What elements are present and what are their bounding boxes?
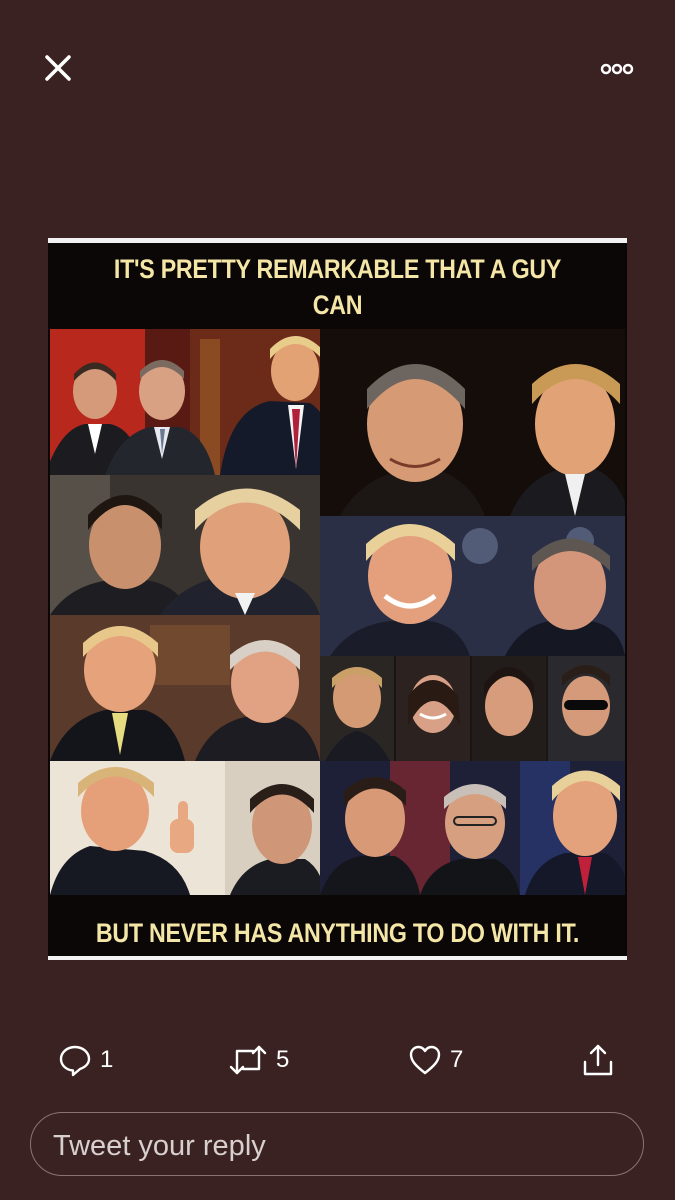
close-button[interactable] [38, 48, 78, 88]
more-horizontal-icon [600, 63, 634, 75]
close-icon [45, 55, 71, 81]
retweet-count: 5 [276, 1046, 290, 1073]
collage-photo-2 [320, 329, 625, 516]
heart-icon [409, 1045, 441, 1075]
like-count: 7 [450, 1046, 464, 1073]
collage-photo-8 [320, 761, 625, 895]
retweet-icon [229, 1045, 267, 1075]
reply-bubble-icon [59, 1045, 91, 1077]
collage-photo-5 [50, 615, 320, 761]
share-button[interactable] [580, 1040, 616, 1080]
collage-photo-7 [50, 761, 320, 895]
reply-count: 1 [100, 1046, 114, 1073]
reply-composer[interactable] [30, 1112, 644, 1176]
more-options-button[interactable] [594, 55, 640, 83]
reply-input[interactable] [51, 1123, 625, 1169]
tweet-action-bar: 1 5 7 [0, 1030, 675, 1090]
caption-top-line-1: IT'S PRETTY REMARKABLE THAT A GUY CAN [113, 254, 562, 320]
collage-photo-3 [50, 475, 320, 615]
collage-photo-6 [320, 656, 625, 761]
retweet-button[interactable]: 5 [228, 1040, 289, 1080]
collage-photo-4 [320, 516, 625, 656]
share-icon [583, 1044, 613, 1076]
collage-photo-1 [50, 329, 320, 475]
image-caption-bottom: BUT NEVER HAS ANYTHING TO DO WITH IT. [95, 918, 580, 948]
tweet-image[interactable]: IT'S PRETTY REMARKABLE THAT A GUY CAN BE… [48, 238, 627, 960]
photo-collage [50, 329, 625, 895]
viewer-top-bar [0, 0, 675, 130]
reply-button[interactable]: 1 [58, 1040, 113, 1080]
like-button[interactable]: 7 [408, 1040, 463, 1080]
